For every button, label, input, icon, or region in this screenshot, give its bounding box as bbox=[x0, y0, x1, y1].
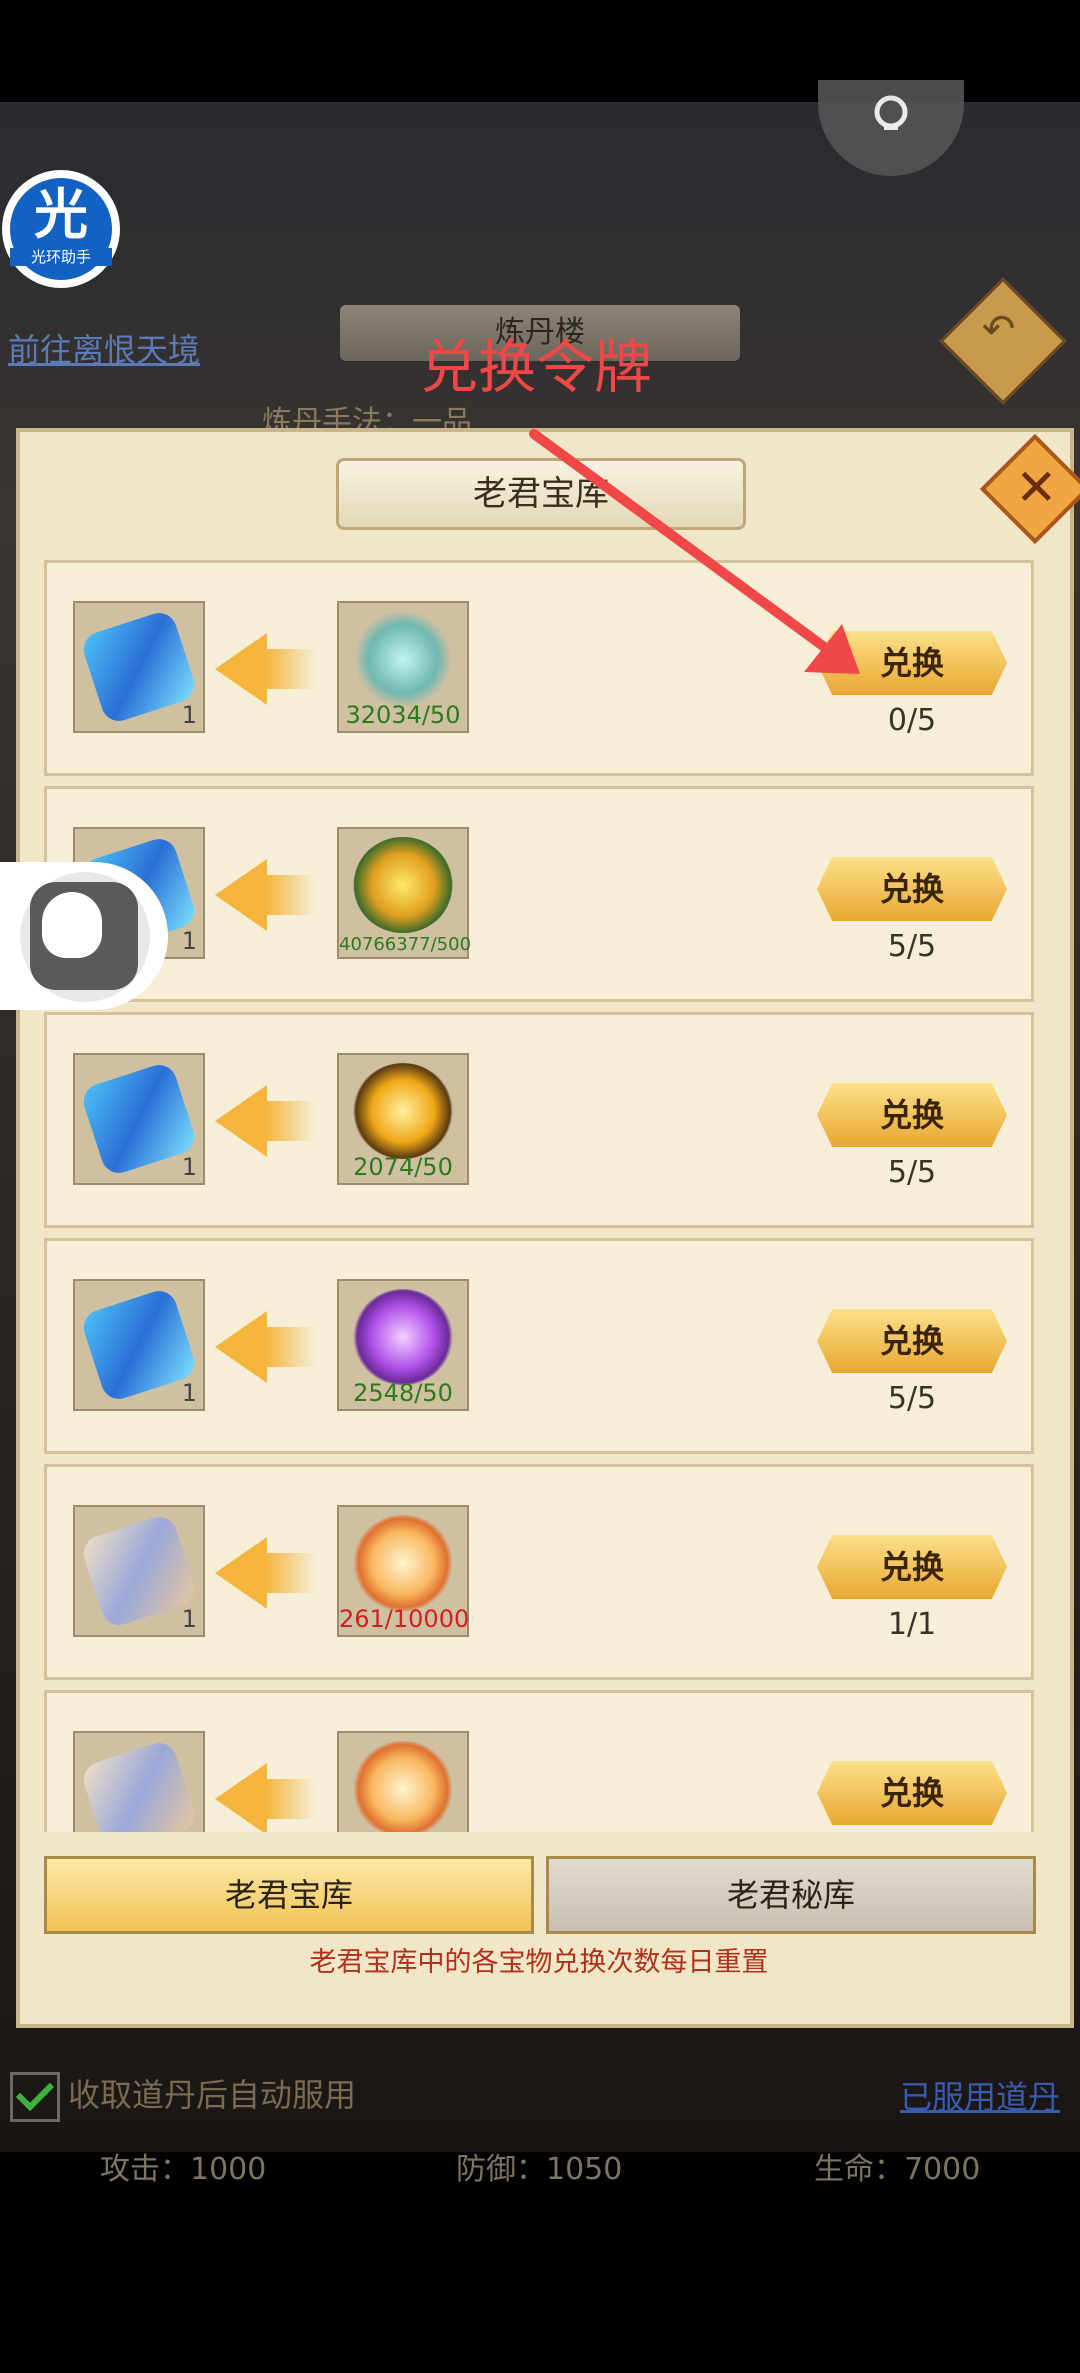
arrow-left-icon bbox=[215, 1763, 267, 1832]
tab-laojun-treasury[interactable]: 老君宝库 bbox=[44, 1856, 534, 1934]
back-arrow-icon: ↶ bbox=[981, 306, 1016, 353]
bell-icon bbox=[874, 95, 908, 130]
token-qty: 1 bbox=[181, 701, 197, 729]
exchange-count: 1/1 bbox=[887, 1607, 937, 1642]
arrow-left-icon bbox=[215, 859, 267, 931]
scroll-token-icon bbox=[79, 1738, 199, 1832]
exchange-row: 1 2548/50 兑换 5/5 bbox=[44, 1238, 1034, 1454]
exchange-count: 5/5 bbox=[887, 1155, 937, 1190]
token-slot[interactable]: 1 bbox=[73, 1279, 205, 1411]
reset-note: 老君宝库中的各宝物兑换次数每日重置 bbox=[309, 1947, 769, 1978]
item-slot[interactable]: 2074/50 bbox=[337, 1053, 469, 1185]
exchange-button[interactable]: 兑换 bbox=[817, 1535, 1007, 1599]
attack-stat: 攻击：1000 bbox=[100, 2152, 267, 2187]
exchange-row: 1 261/10000 兑换 1/1 bbox=[44, 1464, 1034, 1680]
helper-app-icon[interactable]: 光 光环助手 bbox=[2, 170, 120, 288]
item-slot[interactable]: 40766377/500 bbox=[337, 827, 472, 959]
sword-icon bbox=[353, 611, 453, 707]
token-slot[interactable]: 1 bbox=[73, 1505, 205, 1637]
item-progress: 2074/50 bbox=[353, 1153, 453, 1181]
auto-use-toggle[interactable]: 收取道丹后自动服用 bbox=[10, 2070, 356, 2122]
defense-stat: 防御：1050 bbox=[456, 2152, 623, 2187]
helper-logo-glyph: 光 bbox=[34, 183, 88, 246]
life-stat: 生命：7000 bbox=[814, 2152, 981, 2187]
purple-fire-icon bbox=[353, 1289, 453, 1385]
token-qty: 1 bbox=[181, 1605, 197, 1633]
arrow-tail bbox=[265, 1779, 315, 1819]
token-qty: 1 bbox=[181, 1379, 197, 1407]
close-icon: ✕ bbox=[1015, 458, 1058, 517]
exchange-button[interactable]: 兑换 bbox=[817, 1083, 1007, 1147]
item-progress: 2548/50 bbox=[353, 1379, 453, 1407]
penguin-icon bbox=[42, 892, 102, 958]
exchange-row: 兑换 bbox=[44, 1690, 1034, 1832]
exchange-list[interactable]: 1 32034/50 兑换 0/5 1 40766377/500 兑换 5/5 … bbox=[44, 560, 1036, 1832]
arrow-left-icon bbox=[215, 1085, 267, 1157]
auto-use-label: 收取道丹后自动服用 bbox=[68, 2076, 357, 2114]
item-slot[interactable]: 32034/50 bbox=[337, 601, 469, 733]
checkbox-checked-icon[interactable] bbox=[10, 2072, 60, 2122]
used-pills-link[interactable]: 已服用道丹 bbox=[900, 2072, 1060, 2118]
golden-fire-icon bbox=[353, 1063, 453, 1159]
token-slot[interactable] bbox=[73, 1731, 205, 1832]
go-realm-link[interactable]: 前往离恨天境 bbox=[8, 325, 200, 371]
arrow-tail bbox=[265, 649, 315, 689]
arrow-tail bbox=[265, 875, 315, 915]
exchange-button[interactable]: 兑换 bbox=[817, 1309, 1007, 1373]
arrow-tail bbox=[265, 1327, 315, 1367]
item-progress: 32034/50 bbox=[345, 701, 461, 729]
arrow-tail bbox=[265, 1101, 315, 1141]
tab-laojun-secret-treasury[interactable]: 老君秘库 bbox=[546, 1856, 1036, 1934]
exchange-row: 1 40766377/500 兑换 5/5 bbox=[44, 786, 1034, 1002]
token-qty: 1 bbox=[181, 1153, 197, 1181]
arrow-tail bbox=[265, 1553, 315, 1593]
exchange-button[interactable]: 兑换 bbox=[817, 857, 1007, 921]
arrow-left-icon bbox=[215, 633, 267, 705]
exchange-button[interactable]: 兑换 bbox=[817, 1761, 1007, 1825]
item-slot[interactable]: 2548/50 bbox=[337, 1279, 469, 1411]
exchange-count: 0/5 bbox=[887, 703, 937, 738]
token-slot[interactable]: 1 bbox=[73, 601, 205, 733]
arrow-left-icon bbox=[215, 1311, 267, 1383]
item-slot[interactable]: 261/10000 bbox=[337, 1505, 469, 1637]
exchange-count: 5/5 bbox=[887, 1381, 937, 1416]
crystal-icon bbox=[353, 1741, 453, 1832]
annotation-arrow-icon bbox=[529, 429, 860, 674]
annotation-label: 兑换令牌 bbox=[420, 333, 653, 401]
tab-bar: 老君宝库 老君秘库 bbox=[44, 1856, 1036, 1936]
token-slot[interactable]: 1 bbox=[73, 1053, 205, 1185]
token-qty: 1 bbox=[181, 927, 197, 955]
crystal-icon bbox=[353, 1515, 453, 1611]
item-progress: 261/10000 bbox=[339, 1605, 470, 1633]
item-slot[interactable] bbox=[337, 1731, 469, 1832]
floating-qq-button[interactable] bbox=[0, 862, 168, 1010]
flame-altar-icon bbox=[353, 837, 453, 933]
helper-label: 光环助手 bbox=[10, 248, 112, 266]
exchange-count: 5/5 bbox=[887, 929, 937, 964]
exchange-row: 1 2074/50 兑换 5/5 bbox=[44, 1012, 1034, 1228]
arrow-left-icon bbox=[215, 1537, 267, 1609]
item-progress: 40766377/500 bbox=[339, 934, 472, 955]
